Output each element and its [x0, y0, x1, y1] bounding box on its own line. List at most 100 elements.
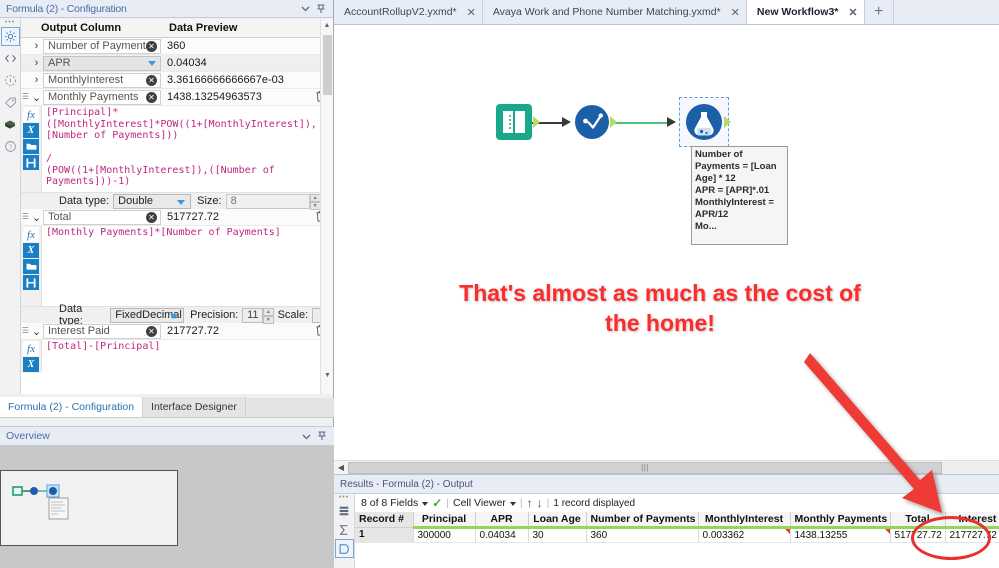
table-row[interactable]: 1 300000 0.04034 30 360 0.003362 1438.13…	[355, 527, 999, 543]
collapse-caret-icon[interactable]: ⌄	[30, 325, 43, 338]
workflow-tab-new-workflow3[interactable]: New Workflow3* ✕	[746, 0, 865, 24]
workflow-canvas[interactable]: Number of Payments = [Loan Age] * 12 APR…	[334, 25, 999, 463]
output-column-name-input[interactable]: Monthly Payments ✕	[43, 89, 161, 105]
precision-stepper[interactable]: ▲ ▼	[263, 307, 274, 324]
column-header-monthlyinterest[interactable]: MonthlyInterest	[698, 512, 791, 529]
scroll-track[interactable]: |||	[348, 461, 999, 474]
cell-monthlyinterest[interactable]: 0.003362	[698, 527, 791, 543]
output-column-name-input[interactable]: Number of Payments ✕	[43, 38, 161, 54]
workflow-tab-avaya[interactable]: Avaya Work and Phone Number Matching.yxm…	[483, 0, 747, 24]
cell-number-of-payments[interactable]: 360	[586, 527, 699, 543]
clear-x-icon[interactable]: ✕	[146, 41, 157, 52]
collapse-caret-icon[interactable]: ⌄	[30, 91, 43, 104]
function-icon[interactable]: fx	[23, 107, 39, 122]
caret-down-icon[interactable]	[422, 502, 429, 506]
close-icon[interactable]: ✕	[467, 6, 476, 19]
column-header-principal[interactable]: Principal	[413, 512, 476, 529]
tool-select[interactable]	[574, 104, 610, 143]
datatype-select[interactable]: FixedDecimal	[110, 307, 185, 323]
open-folder-icon[interactable]	[23, 139, 39, 154]
tool-formula[interactable]	[685, 103, 723, 144]
sigma-icon[interactable]	[335, 520, 354, 539]
scroll-up-icon[interactable]: ▲	[321, 19, 333, 32]
column-header-number-of-payments[interactable]: Number of Payments	[586, 512, 699, 529]
variable-icon[interactable]: X	[23, 357, 39, 372]
field-row-number-of-payments[interactable]: › Number of Payments ✕ 360	[21, 38, 333, 55]
tab-interface-designer[interactable]: Interface Designer	[143, 397, 246, 417]
field-row-total[interactable]: ☰ ⌄ Total ✕ 517727.72	[21, 209, 333, 226]
annotation-icon[interactable]	[1, 71, 20, 90]
chevron-down-icon[interactable]	[148, 60, 156, 66]
formula-text-interest-paid[interactable]: [Total]-[Principal]	[41, 340, 333, 372]
expand-caret-icon[interactable]: ›	[30, 57, 43, 69]
output-column-name-input[interactable]: Total ✕	[43, 209, 161, 225]
gear-icon[interactable]	[0, 27, 20, 46]
clear-x-icon[interactable]: ✕	[146, 212, 157, 223]
cell-loan-age[interactable]: 30	[528, 527, 587, 543]
cell-total[interactable]: 517727.72	[890, 527, 946, 543]
scroll-thumb[interactable]: |||	[348, 461, 942, 474]
pin-icon[interactable]	[314, 429, 330, 443]
data-icon[interactable]	[334, 539, 354, 558]
cell-monthly-payments[interactable]: 1438.13255	[790, 527, 891, 543]
expand-caret-icon[interactable]: ›	[30, 40, 43, 52]
package-icon[interactable]	[1, 115, 20, 134]
close-icon[interactable]: ✕	[731, 6, 740, 19]
collapse-caret-icon[interactable]: ⌄	[30, 211, 43, 224]
output-column-name-select[interactable]: APR	[43, 55, 161, 71]
chevron-down-icon[interactable]	[170, 313, 179, 319]
open-folder-icon[interactable]	[23, 259, 39, 274]
overview-thumbnail[interactable]	[0, 470, 178, 546]
field-row-apr[interactable]: › APR 0.04034	[21, 55, 333, 72]
clear-x-icon[interactable]: ✕	[146, 92, 157, 103]
function-icon[interactable]: fx	[23, 341, 39, 356]
code-icon[interactable]	[1, 49, 20, 68]
cell-viewer-label[interactable]: Cell Viewer	[453, 497, 506, 509]
formula-text-monthly-payments[interactable]: [Principal]* ([MonthlyInterest]*POW((1+[…	[41, 106, 333, 192]
formula-editor-total[interactable]: fx X [Monthly Payments]*[Number of Payme…	[21, 226, 333, 306]
variable-icon[interactable]: X	[23, 243, 39, 258]
column-header-total[interactable]: Total	[890, 512, 946, 529]
chevron-down-icon[interactable]	[297, 2, 313, 16]
output-column-name-input[interactable]: Interest Paid ✕	[43, 323, 161, 339]
column-header-record[interactable]: Record #	[355, 512, 414, 528]
size-stepper[interactable]: ▲ ▼	[309, 193, 321, 210]
clear-x-icon[interactable]: ✕	[146, 326, 157, 337]
configuration-vertical-scrollbar[interactable]: ▲ ▼	[320, 19, 333, 394]
check-icon[interactable]: ✓	[432, 496, 442, 510]
list-icon[interactable]	[335, 501, 354, 520]
chevron-down-icon[interactable]	[298, 429, 314, 443]
output-column-name-input[interactable]: MonthlyInterest ✕	[43, 72, 161, 88]
column-header-interest-paid[interactable]: Interest Paid	[945, 512, 999, 529]
formula-text-total[interactable]: [Monthly Payments]*[Number of Payments]	[41, 226, 333, 306]
clear-x-icon[interactable]: ✕	[146, 75, 157, 86]
tag-icon[interactable]	[1, 93, 20, 112]
workflow-tab-accountrollup[interactable]: AccountRollupV2.yxmd* ✕	[334, 0, 483, 24]
size-input[interactable]: 8	[225, 193, 310, 209]
caret-down-icon[interactable]	[509, 502, 516, 506]
arrow-up-icon[interactable]: ↑	[527, 496, 533, 510]
expand-caret-icon[interactable]: ›	[30, 74, 43, 86]
formula-editor-monthly-payments[interactable]: fx X [Principal]* ([MonthlyInterest]*POW…	[21, 106, 333, 192]
column-header-monthly-payments[interactable]: Monthly Payments	[790, 512, 891, 529]
arrow-down-icon[interactable]: ↓	[537, 496, 543, 510]
output-anchor-3[interactable]	[724, 116, 731, 128]
scroll-down-icon[interactable]: ▼	[321, 369, 334, 382]
field-row-interest-paid[interactable]: ☰ ⌄ Interest Paid ✕ 217727.72	[21, 323, 333, 340]
fields-count-label[interactable]: 8 of 8 Fields	[361, 497, 418, 509]
tab-formula-configuration[interactable]: Formula (2) - Configuration	[0, 397, 144, 417]
save-icon[interactable]	[23, 275, 39, 290]
cell-principal[interactable]: 300000	[413, 527, 476, 543]
plus-icon[interactable]: +	[865, 0, 894, 24]
cell-interest-paid[interactable]: 217727.72	[945, 527, 999, 543]
help-icon[interactable]: ?	[1, 137, 20, 156]
pin-icon[interactable]	[313, 2, 329, 16]
field-row-monthlyinterest[interactable]: › MonthlyInterest ✕ 3.36166666666667e-03	[21, 72, 333, 89]
canvas-horizontal-scrollbar[interactable]: ◀ |||	[334, 460, 999, 474]
tool-input-data[interactable]	[495, 103, 533, 144]
close-icon[interactable]: ✕	[848, 6, 857, 19]
output-anchor-2[interactable]	[610, 116, 617, 128]
column-header-apr[interactable]: APR	[475, 512, 529, 529]
save-icon[interactable]	[23, 155, 39, 170]
formula-editor-interest-paid[interactable]: fx X [Total]-[Principal]	[21, 340, 333, 373]
